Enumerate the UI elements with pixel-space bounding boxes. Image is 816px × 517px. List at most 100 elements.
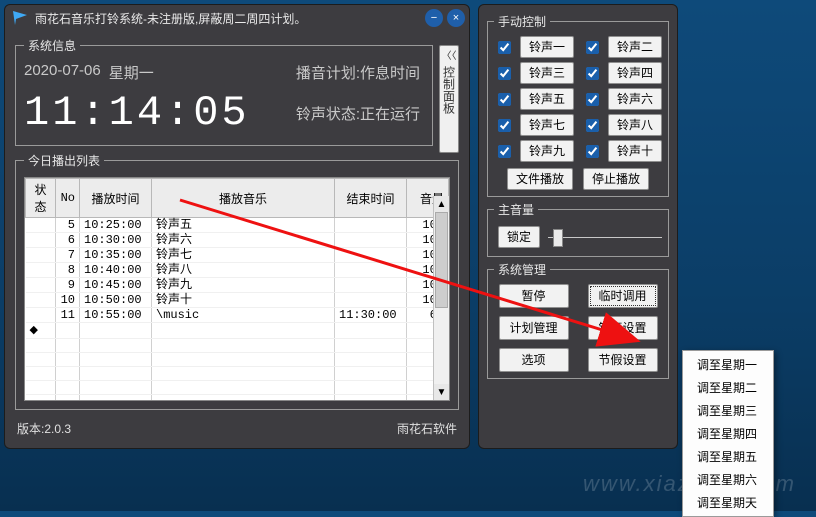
table-row[interactable] — [26, 381, 449, 395]
popup-item[interactable]: 调至星期三 — [683, 399, 773, 422]
manual-item: 铃声七 — [494, 114, 574, 136]
col-music[interactable]: 播放音乐 — [152, 179, 335, 218]
right-panel: 手动控制 铃声一 铃声二铃声三 铃声四铃声五 铃声六铃声七 铃声八铃声九 铃声十 文件播放… — [478, 4, 678, 449]
ring-settings-button[interactable]: 铃声设置 — [588, 316, 658, 340]
playlist-scrollbar[interactable]: ▲ ▼ — [433, 196, 449, 400]
window-title: 雨花石音乐打铃系统-未注册版,屏蔽周二周四计划。 — [35, 10, 421, 27]
popup-item[interactable]: 调至星期六 — [683, 468, 773, 491]
table-row[interactable]: 610:30:00铃声六100 — [26, 233, 449, 248]
table-row[interactable] — [26, 353, 449, 367]
sysinfo-group: 系统信息 2020-07-06 星期一 播音计划:作息时间 11:14:05 铃… — [15, 37, 433, 146]
footer-brand: 雨花石软件 — [397, 420, 457, 437]
playlist-group: 今日播出列表 状态 No 播放时间 播放音乐 结束时间 音量 510:25:00… — [15, 152, 459, 410]
table-row[interactable] — [26, 395, 449, 402]
manual-item: 铃声九 — [494, 140, 574, 162]
control-panel-label: 控制面板 — [441, 66, 458, 114]
manual-checkbox-1[interactable] — [498, 41, 511, 54]
manual-item: 铃声三 — [494, 62, 574, 84]
system-manage-legend: 系统管理 — [494, 261, 550, 278]
manual-control-group: 手动控制 铃声一 铃声二铃声三 铃声四铃声五 铃声六铃声七 铃声八铃声九 铃声十 文件播放… — [487, 13, 669, 197]
col-status[interactable]: 状态 — [26, 179, 56, 218]
sysinfo-status: 铃声状态:正在运行 — [296, 103, 420, 124]
titlebar[interactable]: 雨花石音乐打铃系统-未注册版,屏蔽周二周四计划。 − × — [5, 5, 469, 31]
table-row[interactable]: 810:40:00铃声八100 — [26, 263, 449, 278]
manual-checkbox-2[interactable] — [586, 41, 599, 54]
popup-item[interactable]: 调至星期四 — [683, 422, 773, 445]
master-volume-legend: 主音量 — [494, 201, 538, 218]
manual-item: 铃声四 — [582, 62, 662, 84]
manual-checkbox-3[interactable] — [498, 67, 511, 80]
manual-checkbox-7[interactable] — [498, 119, 511, 132]
playlist-legend: 今日播出列表 — [24, 152, 104, 169]
chevron-left-icon: 〈〈 — [442, 52, 457, 62]
version-label: 版本:2.0.3 — [17, 420, 71, 437]
popup-item[interactable]: 调至星期二 — [683, 376, 773, 399]
manual-button-6[interactable]: 铃声六 — [608, 88, 662, 110]
table-row[interactable]: 510:25:00铃声五100 — [26, 218, 449, 233]
col-no[interactable]: No — [56, 179, 80, 218]
playlist-table-wrap: 状态 No 播放时间 播放音乐 结束时间 音量 510:25:00铃声五1006… — [24, 177, 450, 401]
plan-manage-button[interactable]: 计划管理 — [499, 316, 569, 340]
table-row[interactable]: 910:45:00铃声九100 — [26, 278, 449, 293]
manual-item: 铃声二 — [582, 36, 662, 58]
manual-item: 铃声八 — [582, 114, 662, 136]
manual-button-10[interactable]: 铃声十 — [608, 140, 662, 162]
sysinfo-date: 2020-07-06 — [24, 62, 101, 83]
scroll-up-icon[interactable]: ▲ — [434, 196, 449, 212]
sysinfo-legend: 系统信息 — [24, 37, 80, 54]
manual-checkbox-4[interactable] — [586, 67, 599, 80]
system-manage-group: 系统管理 暂停 临时调用 计划管理 铃声设置 选项 节假设置 — [487, 261, 669, 379]
table-row[interactable] — [26, 339, 449, 353]
table-row[interactable]: 710:35:00铃声七100 — [26, 248, 449, 263]
manual-checkbox-6[interactable] — [586, 93, 599, 106]
popup-item[interactable]: 调至星期一 — [683, 353, 773, 376]
manual-button-3[interactable]: 铃声三 — [520, 62, 574, 84]
temp-call-button[interactable]: 临时调用 — [588, 284, 658, 308]
minimize-button[interactable]: − — [425, 9, 443, 27]
manual-checkbox-9[interactable] — [498, 145, 511, 158]
manual-checkbox-8[interactable] — [586, 119, 599, 132]
manual-button-4[interactable]: 铃声四 — [608, 62, 662, 84]
manual-button-1[interactable]: 铃声一 — [520, 36, 574, 58]
control-panel-tab[interactable]: 〈〈 控制面板 — [439, 45, 459, 153]
pause-button[interactable]: 暂停 — [499, 284, 569, 308]
close-button[interactable]: × — [447, 9, 465, 27]
playlist-table[interactable]: 状态 No 播放时间 播放音乐 结束时间 音量 510:25:00铃声五1006… — [25, 178, 449, 401]
manual-item: 铃声十 — [582, 140, 662, 162]
manual-button-5[interactable]: 铃声五 — [520, 88, 574, 110]
table-row[interactable]: 1010:50:00铃声十100 — [26, 293, 449, 308]
app-icon — [11, 9, 29, 27]
scroll-thumb[interactable] — [435, 212, 448, 308]
stop-play-button[interactable]: 停止播放 — [583, 168, 649, 190]
manual-item: 铃声五 — [494, 88, 574, 110]
manual-legend: 手动控制 — [494, 13, 550, 30]
volume-lock-button[interactable]: 锁定 — [498, 226, 540, 248]
table-row[interactable]: 1110:55:00\music11:30:0060 — [26, 308, 449, 323]
manual-item: 铃声一 — [494, 36, 574, 58]
main-window: 雨花石音乐打铃系统-未注册版,屏蔽周二周四计划。 − × 〈〈 控制面板 系统信… — [4, 4, 470, 449]
sysinfo-weekday: 星期一 — [109, 62, 154, 83]
temp-call-popup[interactable]: 调至星期一调至星期二调至星期三调至星期四调至星期五调至星期六调至星期天 — [682, 350, 774, 517]
volume-slider[interactable] — [548, 227, 662, 247]
slider-knob[interactable] — [553, 229, 563, 247]
col-playtime[interactable]: 播放时间 — [80, 179, 152, 218]
holiday-button[interactable]: 节假设置 — [588, 348, 658, 372]
footer: 版本:2.0.3 雨花石软件 — [5, 416, 469, 437]
sysinfo-clock: 11:14:05 — [24, 89, 250, 137]
col-endtime[interactable]: 结束时间 — [335, 179, 407, 218]
options-button[interactable]: 选项 — [499, 348, 569, 372]
sysinfo-plan: 播音计划:作息时间 — [296, 62, 420, 83]
manual-button-9[interactable]: 铃声九 — [520, 140, 574, 162]
manual-button-8[interactable]: 铃声八 — [608, 114, 662, 136]
scroll-down-icon[interactable]: ▼ — [434, 384, 449, 400]
manual-item: 铃声六 — [582, 88, 662, 110]
manual-checkbox-10[interactable] — [586, 145, 599, 158]
file-play-button[interactable]: 文件播放 — [507, 168, 573, 190]
master-volume-group: 主音量 锁定 — [487, 201, 669, 257]
table-row[interactable] — [26, 367, 449, 381]
popup-item[interactable]: 调至星期五 — [683, 445, 773, 468]
manual-button-2[interactable]: 铃声二 — [608, 36, 662, 58]
manual-button-7[interactable]: 铃声七 — [520, 114, 574, 136]
table-row[interactable]: ◆ — [26, 323, 449, 339]
manual-checkbox-5[interactable] — [498, 93, 511, 106]
